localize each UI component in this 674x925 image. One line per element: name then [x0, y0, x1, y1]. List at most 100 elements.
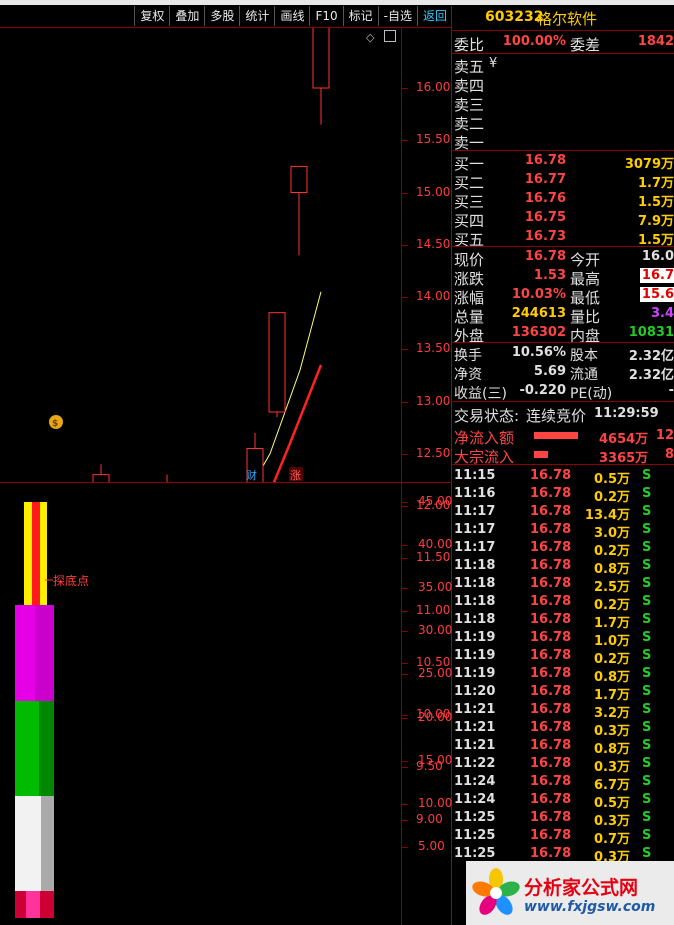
price-tick: 9.00 [416, 811, 443, 826]
candle-body[interactable] [312, 28, 330, 89]
trade-side: S [642, 738, 652, 753]
trade-row[interactable]: 11:15 16.78 0.5万 S [452, 468, 674, 487]
trade-row[interactable]: 11:22 16.78 0.3万 S [452, 756, 674, 775]
trade-row[interactable]: 11:19 16.78 0.2万 S [452, 648, 674, 667]
candle-body[interactable] [268, 312, 286, 413]
trade-volume: 6.7万 [593, 778, 630, 793]
flow-extra: 12 [655, 428, 674, 443]
indicator-bar-magenta-shade [15, 605, 35, 701]
weibi-row: 委比 100.00% 委差 1842 [454, 34, 674, 54]
trade-row[interactable]: 11:18 16.78 0.2万 S [452, 594, 674, 613]
trade-row[interactable]: 11:17 16.78 3.0万 S [452, 522, 674, 541]
candle-body[interactable] [92, 474, 110, 482]
buy-label: 买三 [454, 193, 485, 211]
stock-code: 603232 [485, 9, 544, 25]
toolbar-button-7[interactable]: -自选 [377, 6, 417, 26]
trade-side: S [642, 576, 652, 591]
trade-side: S [642, 846, 652, 861]
stat2-label-2: PE(动) [570, 386, 613, 402]
trade-time: 11:15 [454, 468, 496, 483]
trade-price: 16.78 [530, 648, 572, 663]
stat-label: 涨幅 [454, 289, 485, 307]
price-tick-mark [402, 767, 408, 769]
price-tick: 14.50 [416, 236, 451, 251]
stat2-row: 收益(三) -0.220 PE(动) - [454, 383, 674, 402]
trade-row[interactable]: 11:21 16.78 0.3万 S [452, 720, 674, 739]
trade-row[interactable]: 11:18 16.78 0.8万 S [452, 558, 674, 577]
stat-value-2: 10831 [628, 325, 674, 340]
indicator-bar-yellow-right [40, 502, 47, 605]
buy-row: 买三 16.76 1.5万 [454, 191, 674, 211]
stat-value: 244613 [511, 306, 566, 321]
trade-row[interactable]: 11:18 16.78 1.7万 S [452, 612, 674, 631]
toolbar-button-1[interactable]: 叠加 [169, 6, 204, 26]
price-tick: 12.50 [416, 445, 451, 460]
trade-time: 11:17 [454, 540, 496, 555]
stat-value: 136302 [511, 325, 566, 340]
finance-badge[interactable]: 财 [246, 468, 257, 482]
sell-row: 卖二 [454, 113, 674, 133]
watermark-title: 分析家公式网 [524, 877, 639, 899]
trade-row[interactable]: 11:24 16.78 6.7万 S [452, 774, 674, 793]
trade-row[interactable]: 11:18 16.78 2.5万 S [452, 576, 674, 595]
toolbar-button-6[interactable]: 标记 [342, 6, 378, 26]
trade-time: 11:19 [454, 630, 496, 645]
toolbar-button-3[interactable]: 统计 [239, 6, 274, 26]
trade-status-row: 交易状态: 连续竞价 11:29:59 [454, 405, 674, 425]
weibi-label: 委比 [454, 36, 485, 54]
trade-side: S [642, 774, 652, 789]
money-bag-icon[interactable]: $ [49, 415, 63, 429]
trade-side: S [642, 486, 652, 501]
weicha-value: 1842 [637, 34, 674, 49]
trade-time: 11:19 [454, 648, 496, 663]
trade-row[interactable]: 11:21 16.78 3.2万 S [452, 702, 674, 721]
trade-row[interactable]: 11:17 16.78 13.4万 S [452, 504, 674, 523]
weibi-divider [452, 53, 674, 54]
stat2-value-2: 2.32亿 [628, 368, 674, 383]
toolbar-button-4[interactable]: 画线 [274, 6, 309, 26]
flow-row: 大宗流入 3365万 8 [454, 446, 674, 466]
trade-row[interactable]: 11:25 16.78 0.3万 S [452, 810, 674, 829]
limit-up-badge[interactable]: 涨 [290, 469, 301, 482]
trade-status-label: 交易状态: [454, 407, 520, 425]
trade-price: 16.78 [530, 774, 572, 789]
trade-row[interactable]: 11:16 16.78 0.2万 S [452, 486, 674, 505]
flow-row: 净流入额 4654万 12 [454, 427, 674, 447]
toolbar-button-0[interactable]: 复权 [134, 6, 169, 26]
stat-value-2: 16.7 [639, 268, 674, 283]
trade-time: 11:25 [454, 846, 496, 861]
buy-price: 16.75 [524, 210, 566, 225]
sell-label: 卖五 [454, 58, 485, 76]
trade-volume: 0.3万 [593, 760, 630, 775]
indicator-chart[interactable] [0, 483, 401, 925]
toolbar-button-8[interactable]: 返回 [416, 6, 452, 26]
stat-label-2: 最低 [570, 289, 601, 307]
candle-body[interactable] [290, 165, 308, 193]
trade-row[interactable]: 11:24 16.78 0.5万 S [452, 792, 674, 811]
buy-divider [452, 246, 674, 247]
sell-price: ¥ [489, 56, 498, 71]
trade-row[interactable]: 11:17 16.78 0.2万 S [452, 540, 674, 559]
buy-price: 16.77 [524, 172, 566, 187]
kline-chart[interactable]: 16.78↖8.85←$财涨 [0, 28, 401, 482]
trade-row[interactable]: 11:25 16.78 0.7万 S [452, 828, 674, 847]
trade-volume: 0.2万 [593, 598, 630, 613]
flow-bar [534, 432, 578, 439]
watermark-url: www.fxjgsw.com [524, 899, 656, 915]
trade-time: 11:24 [454, 774, 496, 789]
trade-row[interactable]: 11:21 16.78 0.8万 S [452, 738, 674, 757]
trade-row[interactable]: 11:19 16.78 0.8万 S [452, 666, 674, 685]
trade-row[interactable]: 11:19 16.78 1.0万 S [452, 630, 674, 649]
sell-row: 卖三 [454, 94, 674, 114]
indicator-tick-mark [402, 674, 408, 676]
indicator-tick: 35.00 [418, 580, 453, 595]
trade-time: 11:18 [454, 576, 496, 591]
price-tick-mark [402, 610, 408, 612]
stat-label-2: 量比 [570, 308, 601, 326]
toolbar-button-2[interactable]: 多股 [204, 6, 239, 26]
trade-row[interactable]: 11:20 16.78 1.7万 S [452, 684, 674, 703]
indicator-tick-mark [402, 760, 408, 762]
sell-row: 卖一 [454, 132, 674, 152]
trade-side: S [642, 630, 652, 645]
toolbar-button-5[interactable]: F10 [309, 6, 342, 26]
